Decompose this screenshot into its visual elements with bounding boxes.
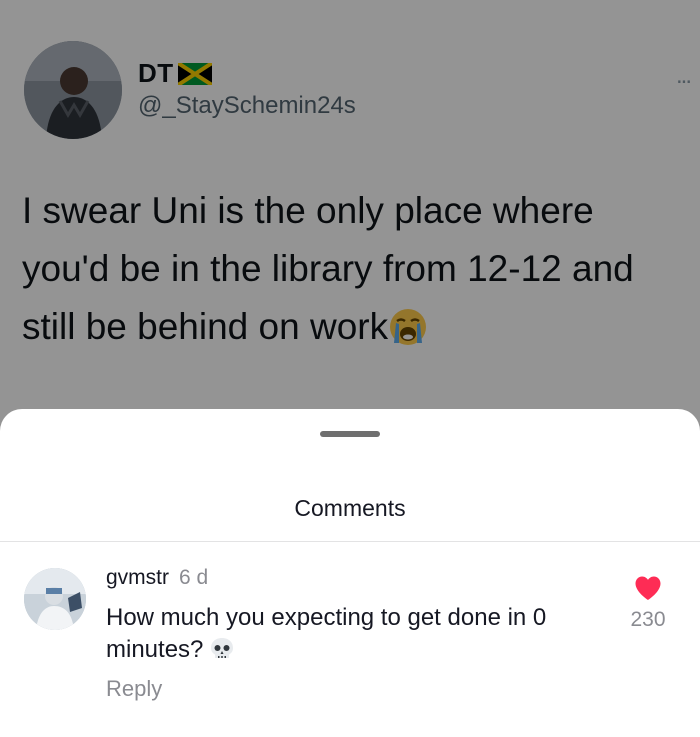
- sheet-title: Comments: [294, 495, 406, 521]
- reply-button[interactable]: Reply: [106, 676, 162, 702]
- sheet-divider: [0, 541, 700, 542]
- comment-text-content: How much you expecting to get done in 0 …: [106, 604, 547, 663]
- like-count: 230: [630, 608, 666, 631]
- comments-sheet: Comments gvmstr 6 d How much you expectin…: [0, 409, 700, 737]
- comment-meta: gvmstr 6 d: [106, 566, 208, 590]
- commenter-avatar[interactable]: [24, 568, 86, 630]
- heart-icon[interactable]: [634, 575, 662, 601]
- comment-username[interactable]: gvmstr: [106, 566, 169, 589]
- skull-icon: [209, 636, 235, 662]
- sheet-drag-handle[interactable]: [320, 431, 380, 437]
- comment-text: How much you expecting to get done in 0 …: [106, 602, 621, 666]
- comment-time: 6 d: [179, 566, 209, 589]
